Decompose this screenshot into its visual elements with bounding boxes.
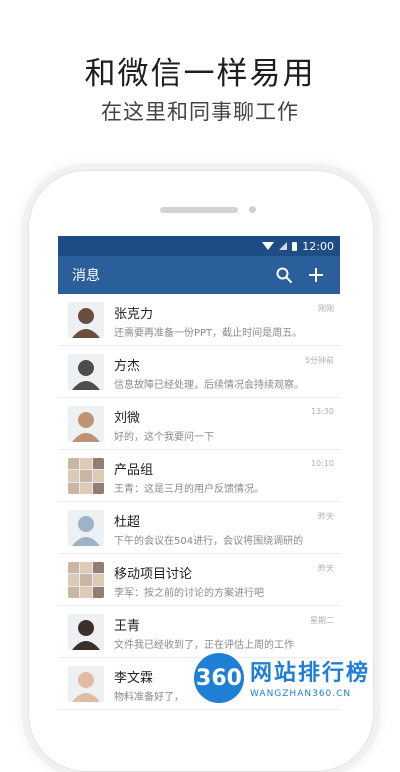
conversation-time: 昨天 xyxy=(318,564,334,573)
conversation-preview: 还需要再准备一份PPT，截止时间是周五。 xyxy=(114,328,303,339)
conversation-preview: 王青：这是三月的用户反馈情况。 xyxy=(114,484,264,495)
page-title: 消息 xyxy=(72,268,100,284)
wifi-icon xyxy=(262,242,275,250)
conversation-item[interactable]: 杜超下午的会议在504进行，会议将围绕调研的 昨天 xyxy=(58,502,340,554)
watermark-title: 网站排行榜 xyxy=(250,661,371,686)
conversation-item[interactable]: 张克力还需要再准备一份PPT，截止时间是周五。 刚刚 xyxy=(58,294,340,346)
conversation-time: 13:30 xyxy=(310,407,334,416)
avatar xyxy=(68,406,104,442)
search-button[interactable] xyxy=(270,261,298,289)
phone-screen: 12:00 消息 张克力还需要再准备一份PPT，截止时间是周五。 刚刚方杰信息故障… xyxy=(58,236,340,711)
watermark-badge: 360 xyxy=(194,653,244,703)
conversation-preview: 文件我已经收到了，正在评估上周的工作 xyxy=(114,640,294,651)
conversation-item[interactable]: 产品组王青：这是三月的用户反馈情况。 10:10 xyxy=(58,450,340,502)
conversation-name: 李文霖 xyxy=(114,671,154,686)
avatar xyxy=(68,458,104,494)
status-time: 12:00 xyxy=(302,239,334,253)
conversation-item[interactable]: 方杰信息故障已经处理，后续情况会持续观察。 5分钟前 xyxy=(58,346,340,398)
promo-subline: 在这里和同事聊工作 xyxy=(101,100,299,124)
conversation-list: 张克力还需要再准备一份PPT，截止时间是周五。 刚刚方杰信息故障已经处理，后续情况… xyxy=(58,294,340,710)
app-bar: 消息 xyxy=(58,256,340,294)
avatar xyxy=(68,302,104,338)
conversation-item[interactable]: 刘微好的，这个我要问一下 13:30 xyxy=(58,398,340,450)
avatar xyxy=(68,614,104,650)
conversation-time: 刚刚 xyxy=(318,304,334,313)
avatar xyxy=(68,354,104,390)
conversation-name: 刘微 xyxy=(114,411,141,426)
conversation-time: 昨天 xyxy=(318,512,334,521)
conversation-item[interactable]: 王青文件我已经收到了，正在评估上周的工作 星期二 xyxy=(58,606,340,658)
conversation-name: 产品组 xyxy=(114,463,154,478)
conversation-item[interactable]: 移动项目讨论李军：按之前的讨论的方案进行吧 昨天 xyxy=(58,554,340,606)
conversation-name: 移动项目讨论 xyxy=(114,567,193,582)
avatar xyxy=(68,510,104,546)
conversation-preview: 好的，这个我要问一下 xyxy=(114,432,214,443)
phone-camera xyxy=(249,206,256,213)
plus-icon xyxy=(309,268,323,282)
conversation-time: 星期二 xyxy=(310,616,334,625)
battery-icon xyxy=(292,241,298,251)
conversation-name: 杜超 xyxy=(114,515,141,530)
status-bar: 12:00 xyxy=(58,236,340,256)
avatar xyxy=(68,666,104,702)
promo-headline: 和微信一样易用 xyxy=(84,56,316,92)
add-button[interactable] xyxy=(302,261,330,289)
conversation-preview: 信息故障已经处理，后续情况会持续观察。 xyxy=(114,380,304,391)
conversation-name: 张克力 xyxy=(114,307,154,322)
signal-icon xyxy=(279,242,288,250)
search-icon xyxy=(276,267,292,283)
conversation-name: 方杰 xyxy=(114,359,141,374)
phone-speaker xyxy=(160,207,238,213)
conversation-time: 5分钟前 xyxy=(304,356,334,365)
conversation-time: 10:10 xyxy=(310,459,334,468)
watermark-url: WANGZHAN360.CN xyxy=(250,689,352,699)
conversation-name: 王青 xyxy=(114,619,141,634)
site-watermark: 360 网站排行榜 WANGZHAN360.CN xyxy=(194,653,394,707)
avatar xyxy=(68,562,104,598)
conversation-preview: 李军：按之前的讨论的方案进行吧 xyxy=(114,588,264,599)
conversation-preview: 下午的会议在504进行，会议将围绕调研的 xyxy=(114,536,304,547)
